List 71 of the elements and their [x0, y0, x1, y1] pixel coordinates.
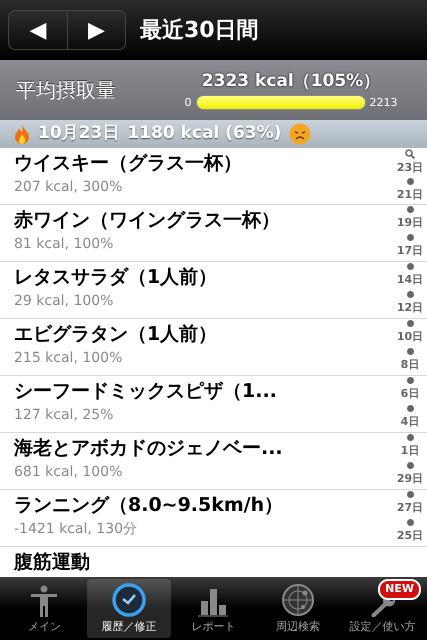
clock-icon	[112, 582, 146, 616]
index-label[interactable]: 25日	[396, 528, 424, 545]
sad-face-icon	[289, 123, 312, 145]
index-dot[interactable]	[406, 462, 414, 470]
entry-detail: -1421 kcal, 130分	[14, 520, 138, 539]
entry-name: 腹筋運動	[14, 550, 91, 575]
entry-name: エビグラタン（1人前）	[14, 322, 218, 347]
index-label[interactable]: 21日	[396, 186, 424, 204]
tab[interactable]: メイン	[2, 579, 87, 638]
index-dot[interactable]	[406, 348, 414, 356]
entry-detail: 81 kcal, 100%	[14, 235, 114, 254]
index-dot[interactable]	[406, 377, 414, 384]
entry-detail: 681 kcal, 100%	[14, 463, 124, 482]
list-row[interactable]: エビグラタン（1人前） 215 kcal, 100% 10日 8日	[0, 319, 427, 376]
list-row[interactable]: レタスサラダ（1人前） 29 kcal, 100% 14日 12日	[0, 262, 427, 319]
list-row[interactable]: 海老とアボカドのジェノベー... 681 kcal, 100% 1日 29日	[0, 433, 427, 490]
list-row[interactable]: ウイスキー（グラス一杯） 207 kcal, 300% 23日 21日	[0, 148, 427, 205]
index-label[interactable]: 23日	[396, 160, 424, 177]
index-dot[interactable]	[406, 206, 414, 214]
list-row[interactable]: シーフードミックスピザ（1... 127 kcal, 25% 6日 4日	[0, 376, 427, 433]
entry-name: シーフードミックスピザ（1...	[14, 379, 278, 404]
index-dot[interactable]	[406, 263, 414, 270]
index-dot[interactable]	[406, 434, 414, 442]
list-row[interactable]: 腹筋運動	[0, 547, 427, 577]
index-dot[interactable]	[406, 178, 414, 186]
index-label[interactable]: 1日	[400, 443, 420, 460]
tab[interactable]: 履歴／修正	[86, 579, 172, 638]
new-badge: NEW	[378, 579, 421, 600]
fire-icon	[14, 124, 30, 144]
tab[interactable]: 周辺検索	[256, 579, 340, 638]
entry-detail: 207 kcal, 300%	[14, 178, 124, 197]
nav-title: 最近30日間	[140, 16, 259, 44]
entry-detail: 29 kcal, 100%	[14, 292, 114, 311]
meter-min-label: 0	[184, 94, 192, 110]
entry-detail: 215 kcal, 100%	[14, 349, 124, 368]
day-date: 10月23日	[38, 122, 120, 146]
index-dot[interactable]	[406, 320, 414, 328]
entry-name: レタスサラダ（1人前）	[14, 265, 218, 290]
meter-max-label: 2213	[370, 94, 398, 110]
index-dot[interactable]	[406, 234, 414, 242]
index-label[interactable]: 10日	[396, 329, 424, 346]
index-label[interactable]: 4日	[400, 414, 420, 431]
index-label[interactable]: 6日	[400, 386, 420, 403]
previous-button[interactable]: ◀	[9, 11, 67, 49]
next-button[interactable]: ▶	[67, 11, 125, 49]
list-row[interactable]: 赤ワイン（ワイングラス一杯） 81 kcal, 100% 19日 17日	[0, 205, 427, 262]
entry-name: ウイスキー（グラス一杯）	[14, 151, 243, 176]
index-dot[interactable]	[406, 291, 414, 298]
tab[interactable]: NEW 設定／使い方	[340, 579, 425, 638]
day-total: 1180 kcal (63%)	[127, 122, 282, 146]
index-label[interactable]: 29日	[396, 471, 424, 488]
index-label[interactable]: 19日	[396, 215, 424, 232]
entry-name: 海老とアボカドのジェノベー...	[14, 436, 284, 461]
index-dot[interactable]	[406, 491, 414, 498]
index-dot[interactable]	[406, 519, 414, 526]
average-intake-value: 2323 kcal（105%）	[202, 70, 380, 93]
entry-name: ランニング（8.0~9.5km/h）	[14, 493, 284, 518]
index-label[interactable]: 12日	[396, 300, 424, 317]
entry-name: 赤ワイン（ワイングラス一杯）	[14, 208, 281, 233]
index-label[interactable]: 27日	[396, 500, 424, 517]
index-label[interactable]: 17日	[396, 243, 424, 260]
search-icon[interactable]	[405, 148, 415, 159]
tab[interactable]: レポート	[171, 579, 256, 638]
index-label[interactable]: 8日	[400, 357, 420, 374]
list-row[interactable]: ランニング（8.0~9.5km/h） -1421 kcal, 130分 27日 25日	[0, 490, 427, 547]
person-icon	[29, 584, 60, 616]
index-dot[interactable]	[406, 405, 414, 412]
radar-icon	[281, 582, 316, 616]
average-intake-label: 平均摂取量	[16, 77, 117, 104]
index-label[interactable]: 14日	[396, 272, 424, 289]
entry-detail: 127 kcal, 25%	[14, 406, 114, 425]
